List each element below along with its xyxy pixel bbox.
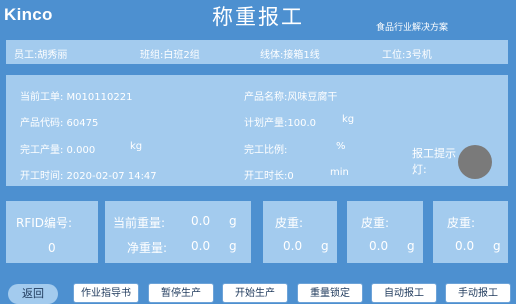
station-text: 工位:3号机 xyxy=(382,50,432,61)
tare1-label: 皮重: xyxy=(275,216,304,230)
line-text: 线体:接箱1线 xyxy=(260,50,320,61)
report-indicator-lamp xyxy=(458,145,492,179)
tare3-unit: g xyxy=(493,239,501,253)
auto-report-button[interactable]: 自动报工 xyxy=(371,283,437,303)
pause-production-button[interactable]: 暂停生产 xyxy=(148,283,214,303)
current-weight-label: 当前重量: xyxy=(113,216,166,230)
tare2-unit: g xyxy=(407,239,415,253)
tare1-value: 0.0 xyxy=(283,239,303,253)
tare1-unit: g xyxy=(321,239,329,253)
completed-unit-text: kg xyxy=(130,141,143,152)
report-lamp-label: 报工提示灯: xyxy=(412,147,456,176)
tare3-value: 0.0 xyxy=(455,239,475,253)
page-subtitle: 食品行业解决方案 xyxy=(376,23,449,33)
work-guide-button[interactable]: 作业指导书 xyxy=(73,283,139,303)
completed-qty-text: 完工产量: 0.000 xyxy=(20,145,96,156)
current-weight-value: 0.0 xyxy=(191,214,211,228)
planned-qty-text: 计划产量:100.0 xyxy=(244,118,316,129)
net-weight-unit: g xyxy=(229,239,237,253)
tare-box-1: 皮重: 0.0 g xyxy=(263,201,337,263)
back-button[interactable]: 返回 xyxy=(8,284,58,304)
product-name-text: 产品名称:风味豆腐干 xyxy=(244,92,338,103)
tare2-value: 0.0 xyxy=(369,239,389,253)
rfid-value: 0 xyxy=(48,241,56,255)
duration-text: 开工时长:0 xyxy=(244,171,294,182)
current-weight-unit: g xyxy=(229,214,237,228)
tare-box-3: 皮重: 0.0 g xyxy=(433,201,508,263)
net-weight-value: 0.0 xyxy=(191,239,211,253)
completed-ratio-unit: % xyxy=(336,141,346,152)
net-weight-label: 净重量: xyxy=(127,241,168,255)
tare3-label: 皮重: xyxy=(447,216,476,230)
tare2-label: 皮重: xyxy=(361,216,390,230)
start-time-text: 开工时间: 2020-02-07 14:47 xyxy=(20,171,157,182)
start-production-button[interactable]: 开始生产 xyxy=(222,283,288,303)
tare-box-2: 皮重: 0.0 g xyxy=(347,201,423,263)
weight-box: 当前重量: 0.0 g 净重量: 0.0 g xyxy=(105,201,251,263)
rfid-box: RFID编号: 0 xyxy=(6,201,98,263)
header: Kinco 称重报工 食品行业解决方案 xyxy=(0,0,516,34)
order-info-panel: 当前工单: M010110221 产品名称:风味豆腐干 产品代码: 60475 … xyxy=(6,75,508,186)
product-code-text: 产品代码: 60475 xyxy=(20,118,99,129)
completed-ratio-label: 完工比例: xyxy=(244,145,288,156)
work-order-text: 当前工单: M010110221 xyxy=(20,92,133,103)
employee-text: 员工:胡秀丽 xyxy=(14,50,68,61)
info-bar: 员工:胡秀丽 班组:白班2组 线体:接箱1线 工位:3号机 xyxy=(6,40,508,64)
rfid-label: RFID编号: xyxy=(16,216,73,230)
lock-weight-button[interactable]: 重量锁定 xyxy=(297,283,363,303)
planned-unit-text: kg xyxy=(342,114,355,125)
team-text: 班组:白班2组 xyxy=(140,50,200,61)
manual-report-button[interactable]: 手动报工 xyxy=(445,283,511,303)
duration-unit-text: min xyxy=(330,167,349,178)
